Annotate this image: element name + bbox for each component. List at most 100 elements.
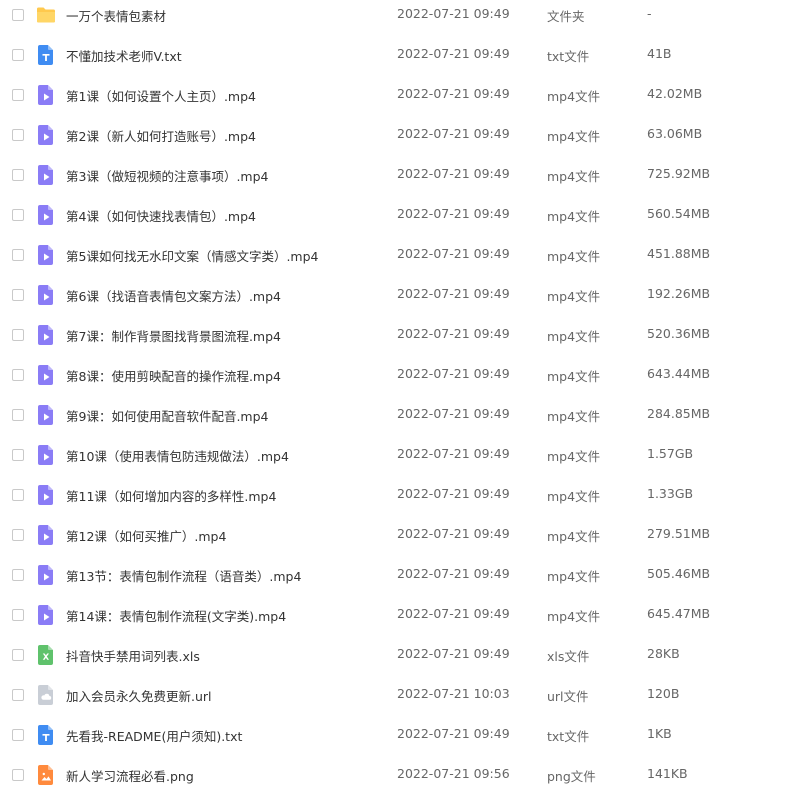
video-file-icon bbox=[37, 525, 55, 545]
row-checkbox[interactable] bbox=[12, 769, 24, 781]
file-size: - bbox=[647, 6, 652, 21]
file-list: 一万个表情包素材 2022-07-21 09:49 文件夹 - 不懂加技术老师V.txt… bbox=[0, 0, 787, 794]
modified-date: 2022-07-21 09:49 bbox=[397, 326, 510, 341]
file-row[interactable]: 不懂加技术老师V.txt 2022-07-21 09:49 txt文件 41B bbox=[0, 40, 787, 80]
file-size: 120B bbox=[647, 686, 680, 701]
file-row[interactable]: 第10课（使用表情包防违规做法）.mp4 2022-07-21 09:49 mp4文… bbox=[0, 440, 787, 480]
image-file-icon bbox=[37, 765, 55, 785]
modified-date: 2022-07-21 09:49 bbox=[397, 566, 510, 581]
file-type: mp4文件 bbox=[547, 569, 601, 584]
file-row[interactable]: 第13节：表情包制作流程（语音类）.mp4 2022-07-21 09:49 mp4… bbox=[0, 560, 787, 600]
row-checkbox[interactable] bbox=[12, 249, 24, 261]
file-row[interactable]: 抖音快手禁用词列表.xls 2022-07-21 09:49 xls文件 28KB bbox=[0, 640, 787, 680]
file-size: 520.36MB bbox=[647, 326, 711, 341]
file-row[interactable]: 第11课（如何增加内容的多样性.mp4 2022-07-21 09:49 mp4文件… bbox=[0, 480, 787, 520]
file-size: 505.46MB bbox=[647, 566, 711, 581]
file-row[interactable]: 第3课（做短视频的注意事项）.mp4 2022-07-21 09:49 mp4文件 7… bbox=[0, 160, 787, 200]
file-size: 284.85MB bbox=[647, 406, 711, 421]
file-name[interactable]: 第7课：制作背景图找背景图流程.mp4 bbox=[66, 326, 281, 345]
file-row[interactable]: 加入会员永久免费更新.url 2022-07-21 10:03 url文件 120B bbox=[0, 680, 787, 720]
txt-file-icon bbox=[37, 725, 55, 745]
row-checkbox[interactable] bbox=[12, 689, 24, 701]
file-size: 1.33GB bbox=[647, 486, 694, 501]
file-row[interactable]: 第5课如何找无水印文案（情感文字类）.mp4 2022-07-21 09:49 mp… bbox=[0, 240, 787, 280]
file-name[interactable]: 第12课（如何买推广）.mp4 bbox=[66, 526, 226, 545]
file-size: 279.51MB bbox=[647, 526, 711, 541]
file-row[interactable]: 第9课：如何使用配音软件配音.mp4 2022-07-21 09:49 mp4文件 2… bbox=[0, 400, 787, 440]
row-checkbox[interactable] bbox=[12, 289, 24, 301]
file-size: 451.88MB bbox=[647, 246, 711, 261]
row-checkbox[interactable] bbox=[12, 449, 24, 461]
row-checkbox[interactable] bbox=[12, 169, 24, 181]
file-row[interactable]: 第4课（如何快速找表情包）.mp4 2022-07-21 09:49 mp4文件 56… bbox=[0, 200, 787, 240]
file-name[interactable]: 第11课（如何增加内容的多样性.mp4 bbox=[66, 486, 276, 505]
file-name[interactable]: 第14课：表情包制作流程(文字类).mp4 bbox=[66, 606, 286, 625]
row-checkbox[interactable] bbox=[12, 569, 24, 581]
file-size: 63.06MB bbox=[647, 126, 703, 141]
file-size: 41B bbox=[647, 46, 672, 61]
file-type: txt文件 bbox=[547, 729, 590, 744]
row-checkbox[interactable] bbox=[12, 609, 24, 621]
file-row[interactable]: 第7课：制作背景图找背景图流程.mp4 2022-07-21 09:49 mp4文件… bbox=[0, 320, 787, 360]
file-name[interactable]: 第1课（如何设置个人主页）.mp4 bbox=[66, 86, 256, 105]
file-row[interactable]: 第12课（如何买推广）.mp4 2022-07-21 09:49 mp4文件 279.… bbox=[0, 520, 787, 560]
row-checkbox[interactable] bbox=[12, 489, 24, 501]
file-row[interactable]: 第2课（新人如何打造账号）.mp4 2022-07-21 09:49 mp4文件 63… bbox=[0, 120, 787, 160]
row-checkbox[interactable] bbox=[12, 329, 24, 341]
row-checkbox[interactable] bbox=[12, 9, 24, 21]
file-row[interactable]: 第8课：使用剪映配音的操作流程.mp4 2022-07-21 09:49 mp4文件… bbox=[0, 360, 787, 400]
file-name[interactable]: 加入会员永久免费更新.url bbox=[66, 686, 212, 705]
file-name[interactable]: 不懂加技术老师V.txt bbox=[66, 46, 182, 65]
modified-date: 2022-07-21 09:49 bbox=[397, 286, 510, 301]
file-type: mp4文件 bbox=[547, 249, 601, 264]
file-name[interactable]: 第2课（新人如何打造账号）.mp4 bbox=[66, 126, 256, 145]
row-checkbox[interactable] bbox=[12, 729, 24, 741]
file-row[interactable]: 先看我-README(用户须知).txt 2022-07-21 09:49 txt文… bbox=[0, 720, 787, 760]
modified-date: 2022-07-21 09:49 bbox=[397, 446, 510, 461]
modified-date: 2022-07-21 09:49 bbox=[397, 366, 510, 381]
file-row[interactable]: 一万个表情包素材 2022-07-21 09:49 文件夹 - bbox=[0, 0, 787, 40]
row-checkbox[interactable] bbox=[12, 529, 24, 541]
video-file-icon bbox=[37, 165, 55, 185]
file-size: 192.26MB bbox=[647, 286, 711, 301]
file-row[interactable]: 新人学习流程必看.png 2022-07-21 09:56 png文件 141KB bbox=[0, 760, 787, 800]
row-checkbox[interactable] bbox=[12, 369, 24, 381]
row-checkbox[interactable] bbox=[12, 89, 24, 101]
file-name[interactable]: 第5课如何找无水印文案（情感文字类）.mp4 bbox=[66, 246, 319, 265]
file-type: 文件夹 bbox=[547, 9, 585, 24]
row-checkbox[interactable] bbox=[12, 649, 24, 661]
file-type: mp4文件 bbox=[547, 529, 601, 544]
file-name[interactable]: 第3课（做短视频的注意事项）.mp4 bbox=[66, 166, 269, 185]
file-row[interactable]: 第6课（找语音表情包文案方法）.mp4 2022-07-21 09:49 mp4文件… bbox=[0, 280, 787, 320]
file-size: 1.57GB bbox=[647, 446, 694, 461]
file-name[interactable]: 第10课（使用表情包防违规做法）.mp4 bbox=[66, 446, 289, 465]
file-name[interactable]: 第8课：使用剪映配音的操作流程.mp4 bbox=[66, 366, 281, 385]
modified-date: 2022-07-21 09:49 bbox=[397, 646, 510, 661]
file-name[interactable]: 第13节：表情包制作流程（语音类）.mp4 bbox=[66, 566, 301, 585]
file-row[interactable]: 第1课（如何设置个人主页）.mp4 2022-07-21 09:49 mp4文件 42… bbox=[0, 80, 787, 120]
file-type: mp4文件 bbox=[547, 129, 601, 144]
txt-file-icon bbox=[37, 45, 55, 65]
file-name[interactable]: 先看我-README(用户须知).txt bbox=[66, 726, 242, 745]
video-file-icon bbox=[37, 605, 55, 625]
row-checkbox[interactable] bbox=[12, 209, 24, 221]
modified-date: 2022-07-21 09:49 bbox=[397, 166, 510, 181]
row-checkbox[interactable] bbox=[12, 129, 24, 141]
row-checkbox[interactable] bbox=[12, 409, 24, 421]
modified-date: 2022-07-21 09:49 bbox=[397, 526, 510, 541]
file-row[interactable]: 第14课：表情包制作流程(文字类).mp4 2022-07-21 09:49 mp4… bbox=[0, 600, 787, 640]
file-size: 643.44MB bbox=[647, 366, 711, 381]
video-file-icon bbox=[37, 285, 55, 305]
file-name[interactable]: 抖音快手禁用词列表.xls bbox=[66, 646, 200, 665]
file-name[interactable]: 第9课：如何使用配音软件配音.mp4 bbox=[66, 406, 269, 425]
file-name[interactable]: 第4课（如何快速找表情包）.mp4 bbox=[66, 206, 256, 225]
file-name[interactable]: 一万个表情包素材 bbox=[66, 6, 166, 25]
modified-date: 2022-07-21 09:49 bbox=[397, 486, 510, 501]
file-type: mp4文件 bbox=[547, 329, 601, 344]
file-name[interactable]: 新人学习流程必看.png bbox=[66, 766, 194, 785]
file-name[interactable]: 第6课（找语音表情包文案方法）.mp4 bbox=[66, 286, 281, 305]
row-checkbox[interactable] bbox=[12, 49, 24, 61]
modified-date: 2022-07-21 09:49 bbox=[397, 406, 510, 421]
modified-date: 2022-07-21 09:49 bbox=[397, 46, 510, 61]
file-type: xls文件 bbox=[547, 649, 590, 664]
